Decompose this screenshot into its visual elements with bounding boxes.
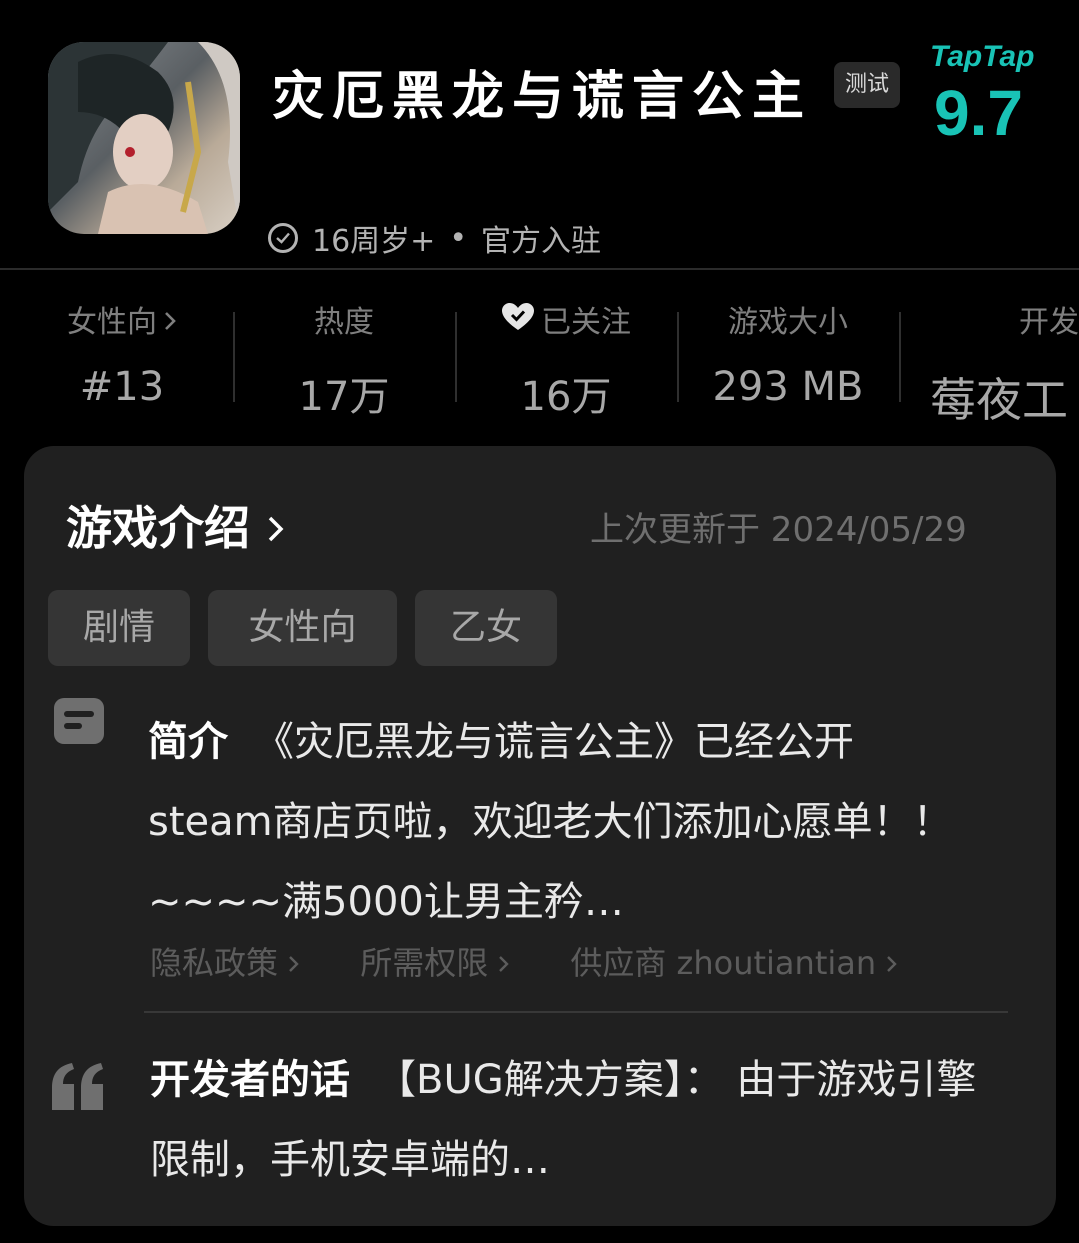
permissions-link[interactable]: 所需权限 xyxy=(360,938,510,984)
stat-divider xyxy=(677,312,679,402)
check-circle-icon xyxy=(268,223,298,253)
chevron-right-icon xyxy=(887,956,898,972)
stat-follow[interactable]: 已关注 16万 xyxy=(466,300,666,420)
summary-label: 简介 xyxy=(148,719,228,765)
rating-score[interactable]: 9.7 xyxy=(934,76,1023,150)
stat-value: 16万 xyxy=(520,374,612,420)
stat-divider xyxy=(233,312,235,402)
section-title[interactable]: 游戏介绍 xyxy=(66,492,286,558)
privacy-policy-link[interactable]: 隐私政策 xyxy=(150,938,300,984)
card-divider xyxy=(144,1011,1008,1013)
stat-popularity: 热度 17万 xyxy=(244,300,444,420)
quote-icon xyxy=(50,1040,106,1110)
stat-label: 热度 xyxy=(314,305,374,340)
header-divider xyxy=(0,268,1079,270)
stat-size: 游戏大小 293 MB xyxy=(688,300,888,420)
app-icon[interactable] xyxy=(48,42,240,234)
intro-summary[interactable]: 简介 《灾厄黑龙与谎言公主》已经公开steam商店页啦，欢迎老大们添加心愿单！！~… xyxy=(148,702,978,942)
stat-value: 293 MB xyxy=(712,364,864,410)
tag-chip[interactable]: 女性向 xyxy=(208,590,397,666)
chevron-right-icon xyxy=(266,501,286,555)
stat-value: #13 xyxy=(79,364,165,410)
tag-chip[interactable]: 乙女 xyxy=(415,590,557,666)
stat-label: 开发 xyxy=(1019,305,1079,340)
stat-label: 游戏大小 xyxy=(728,305,848,340)
meta-row: 16周岁+ • 官方入驻 xyxy=(268,216,601,260)
stat-divider xyxy=(455,312,457,402)
heart-check-icon xyxy=(501,300,535,346)
stat-divider xyxy=(899,312,901,402)
summary-text: 《灾厄黑龙与谎言公主》已经公开steam商店页啦，欢迎老大们添加心愿单！！~~~… xyxy=(148,719,953,925)
age-rating: 16周岁+ xyxy=(312,224,436,259)
stat-value: 17万 xyxy=(298,374,390,420)
chevron-right-icon xyxy=(289,956,299,972)
supplier-link[interactable]: 供应商 zhoutiantian xyxy=(570,938,898,984)
stat-label: 女性向 xyxy=(67,305,157,340)
test-badge: 测试 xyxy=(834,62,900,108)
separator-dot: • xyxy=(449,220,468,256)
stat-category[interactable]: 女性向 #13 xyxy=(22,300,222,420)
stat-value: 莓夜工 xyxy=(930,373,1068,420)
app-title: 灾厄黑龙与谎言公主 xyxy=(272,67,813,127)
tag-chip[interactable]: 剧情 xyxy=(48,590,190,666)
stat-developer[interactable]: 开发 莓夜工 xyxy=(930,300,1079,420)
dev-label: 开发者的话 xyxy=(150,1057,350,1103)
developer-note[interactable]: 开发者的话 【BUG解决方案】： 由于游戏引擎限制，手机安卓端的… xyxy=(150,1040,980,1200)
chevron-right-icon xyxy=(163,300,177,346)
stat-label: 已关注 xyxy=(541,305,631,340)
official-label: 官方入驻 xyxy=(481,224,602,259)
document-icon xyxy=(54,698,104,744)
chevron-right-icon xyxy=(499,956,510,972)
taptap-logo: TapTap xyxy=(930,40,1035,73)
update-time: 上次更新于 2024/05/29 xyxy=(590,510,967,550)
info-links: 隐私政策 所需权限 供应商 zhoutiantian xyxy=(150,938,898,984)
